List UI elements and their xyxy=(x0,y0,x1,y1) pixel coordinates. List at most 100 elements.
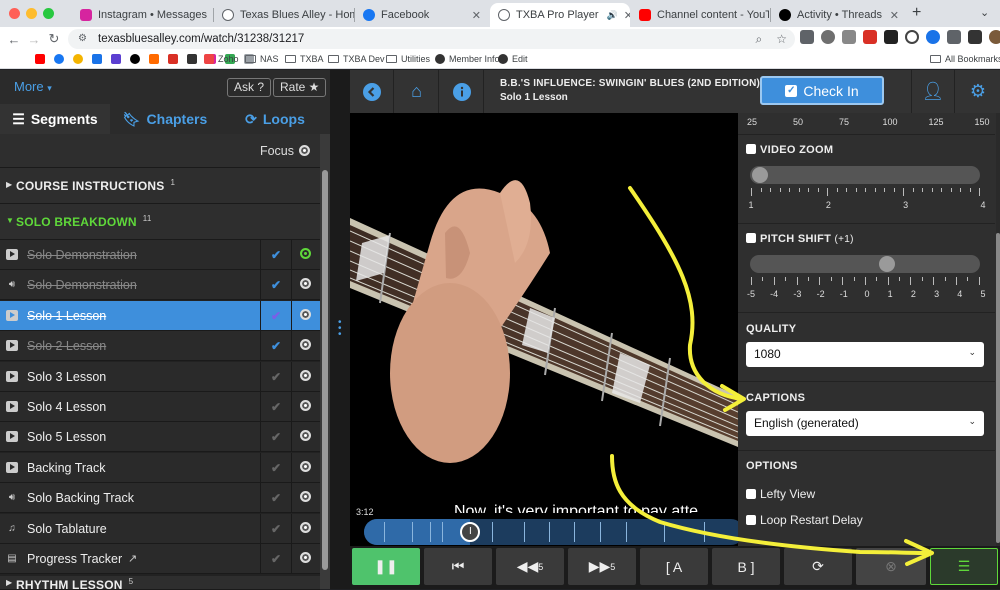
rate-button[interactable]: Rate ★ xyxy=(273,78,327,97)
profile-avatar-icon[interactable] xyxy=(989,30,1000,44)
audio-playing-icon[interactable]: 🔊 xyxy=(607,10,618,21)
close-window-button[interactable] xyxy=(9,8,20,19)
video-frame[interactable]: Now, it's very important to pay atte xyxy=(350,113,738,513)
bookmark-edit[interactable]: Edit xyxy=(498,54,528,64)
browser-tab-txba-pro-player[interactable]: TXBA Pro Player 🔊 ✕ xyxy=(490,3,630,27)
pitch-shift-checkbox[interactable] xyxy=(746,233,756,243)
close-tab-icon[interactable]: ✕ xyxy=(618,9,630,22)
bookmark-folder-nas[interactable]: NAS xyxy=(245,54,279,64)
segment-focus-radio[interactable] xyxy=(300,521,311,533)
bookmark-icon[interactable] xyxy=(73,54,83,64)
facebook-icon[interactable] xyxy=(54,54,64,64)
segment-item[interactable]: Solo Demonstration ✔ xyxy=(0,240,320,270)
bookmark-folder-txba-dev[interactable]: TXBA Dev xyxy=(328,54,385,64)
segment-item[interactable]: ▤ Progress Tracker ↗ ✔ xyxy=(0,544,320,574)
segment-item[interactable]: 🔊︎ Solo Demonstration ✔ xyxy=(0,270,320,301)
browser-tab-facebook[interactable]: Facebook ✕ xyxy=(355,3,489,27)
segment-item[interactable]: Solo 4 Lesson ✔ xyxy=(0,392,320,422)
forward-icon[interactable]: → xyxy=(24,32,44,47)
extension-icon[interactable] xyxy=(800,30,814,44)
settings-button[interactable]: ⚙ xyxy=(956,70,1000,113)
settings-toggle-button[interactable]: ☰ xyxy=(930,548,998,585)
segment-focus-radio[interactable] xyxy=(300,552,311,563)
zoom-icon[interactable]: ⌕ xyxy=(756,32,763,47)
browser-tab-instagram[interactable]: Instagram • Messages✕ xyxy=(72,3,212,27)
section-solo-breakdown[interactable]: ▼ SOLO BREAKDOWN 11 xyxy=(0,204,320,240)
tab-search-icon[interactable]: ⌄ xyxy=(980,6,989,19)
checkmark-icon[interactable]: ✔ xyxy=(271,370,281,384)
segment-item[interactable]: Backing Track ✔ xyxy=(0,452,320,483)
segment-focus-radio[interactable] xyxy=(300,278,311,290)
segment-item[interactable]: Solo 1 Lesson ✔ xyxy=(0,300,320,331)
close-tab-icon[interactable]: ✕ xyxy=(207,9,212,22)
segment-focus-radio[interactable] xyxy=(300,400,311,411)
settings-scroll-thumb[interactable] xyxy=(996,233,1000,543)
bookmark-icon[interactable] xyxy=(187,54,197,64)
lefty-view-option[interactable]: Lefty View xyxy=(746,487,815,501)
browser-tab-texasbluesalley[interactable]: Texas Blues Alley - Home Fo...✕ xyxy=(214,3,354,27)
bookmark-folder-utilities[interactable]: Utilities xyxy=(386,54,430,64)
sidebar-scroll-thumb[interactable] xyxy=(322,170,328,570)
extension-icon[interactable] xyxy=(863,30,877,44)
bookmark-icon[interactable] xyxy=(111,54,121,64)
quality-select[interactable]: 1080 ⌄ xyxy=(746,342,984,367)
checkmark-icon[interactable]: ✔ xyxy=(271,552,281,566)
checkmark-icon[interactable]: ✔ xyxy=(271,491,281,505)
loop-restart-delay-checkbox[interactable] xyxy=(746,515,756,525)
browser-tab-youtube-studio[interactable]: Channel content - YouTube S...✕ xyxy=(631,3,769,27)
bookmark-icon[interactable] xyxy=(168,54,178,64)
segment-item[interactable]: 🔊︎ Solo Backing Track ✔ xyxy=(0,483,320,514)
lefty-view-checkbox[interactable] xyxy=(746,489,756,499)
extension-icon[interactable] xyxy=(821,30,835,44)
restart-button[interactable]: ⏮︎ xyxy=(424,548,492,585)
segment-focus-radio[interactable] xyxy=(300,430,311,442)
video-zoom-checkbox[interactable] xyxy=(746,144,756,154)
extensions-puzzle-icon[interactable] xyxy=(947,30,961,44)
info-button[interactable] xyxy=(440,70,484,113)
segment-focus-radio[interactable] xyxy=(300,339,311,351)
extension-icon[interactable] xyxy=(926,30,940,44)
pitch-shift-slider[interactable] xyxy=(750,255,980,273)
checkmark-icon[interactable]: ✔ xyxy=(271,339,281,353)
reading-list-icon[interactable] xyxy=(968,30,982,44)
threads-icon[interactable] xyxy=(130,54,140,64)
bookmark-icon[interactable] xyxy=(92,54,102,64)
video-zoom-knob[interactable] xyxy=(752,167,768,183)
loop-restart-delay-option[interactable]: Loop Restart Delay xyxy=(746,513,863,527)
segment-item[interactable]: Solo 2 Lesson ✔ xyxy=(0,331,320,362)
checkmark-icon[interactable]: ✔ xyxy=(271,278,281,292)
focus-toggle[interactable] xyxy=(299,145,310,156)
back-icon[interactable]: ← xyxy=(4,32,24,47)
more-menu[interactable]: More ▾ xyxy=(14,79,52,94)
segment-item[interactable]: ♫ Solo Tablature ✔ xyxy=(0,513,320,544)
segment-item[interactable]: Solo 5 Lesson ✔ xyxy=(0,422,320,453)
segment-focus-radio[interactable] xyxy=(300,308,311,320)
extension-icon[interactable] xyxy=(842,30,856,44)
check-in-button[interactable]: ✓ Check In xyxy=(760,76,884,105)
section-course-instructions[interactable]: ▶ COURSE INSTRUCTIONS 1 xyxy=(0,168,320,204)
checkmark-icon[interactable]: ✔ xyxy=(271,248,281,262)
bookmark-folder-txba[interactable]: TXBA xyxy=(285,54,324,64)
checkmark-icon[interactable]: ✔ xyxy=(271,522,281,536)
tab-chapters[interactable]: 🔖︎ Chapters xyxy=(110,104,220,134)
home-button[interactable]: ⌂ xyxy=(395,70,439,113)
pause-button[interactable]: ❚❚ xyxy=(352,548,420,585)
rewind-5-button[interactable]: ◀◀ 5 xyxy=(496,548,564,585)
clear-loop-button[interactable]: ⊗ xyxy=(856,548,926,585)
pitch-shift-knob[interactable] xyxy=(879,256,896,272)
all-bookmarks[interactable]: All Bookmarks xyxy=(930,54,1000,64)
captions-select[interactable]: English (generated) ⌄ xyxy=(746,411,984,436)
profile-button[interactable]: 👤︎ xyxy=(911,70,955,113)
forward-5-button[interactable]: ▶▶ 5 xyxy=(568,548,636,585)
extension-icon[interactable] xyxy=(905,30,919,44)
back-button[interactable] xyxy=(350,70,394,113)
checkmark-icon[interactable]: ✔ xyxy=(271,461,281,475)
segment-item[interactable]: Solo 3 Lesson ✔ xyxy=(0,361,320,392)
progress-scrubber[interactable] xyxy=(364,519,744,545)
loop-start-button[interactable]: [ A xyxy=(640,548,708,585)
segment-focus-radio[interactable] xyxy=(300,491,311,503)
youtube-icon[interactable] xyxy=(35,54,45,64)
section-rhythm-lesson[interactable]: ▶ RHYTHM LESSON 5 xyxy=(0,576,320,590)
minimize-window-button[interactable] xyxy=(26,8,37,19)
new-tab-button[interactable]: + xyxy=(912,4,921,22)
